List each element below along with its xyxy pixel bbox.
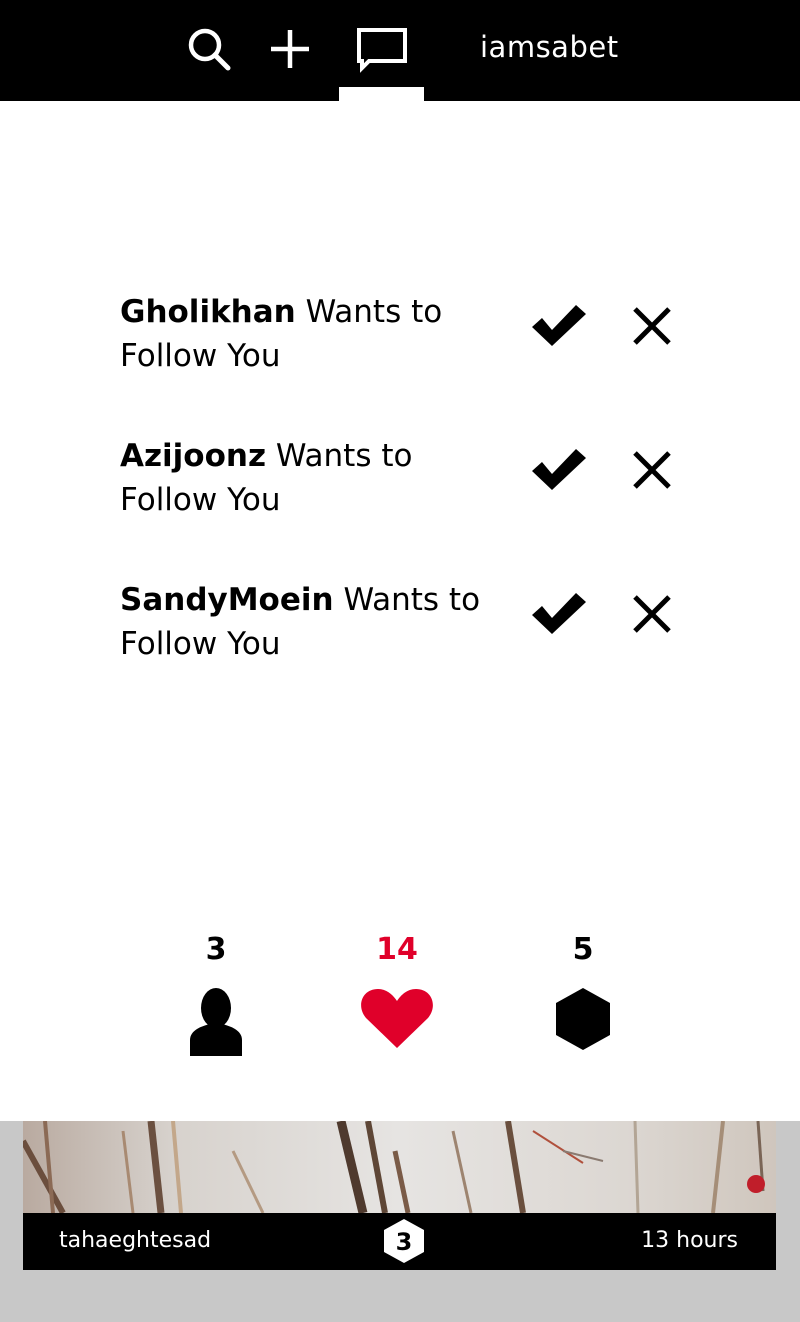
post-time: 13 hours: [641, 1228, 738, 1253]
requester-name[interactable]: Azijoonz: [120, 438, 266, 474]
followers-stat[interactable]: 3: [171, 930, 261, 1056]
user-icon: [190, 988, 242, 1056]
accept-check-icon[interactable]: [530, 446, 588, 492]
post-rank-badge: 3: [382, 1218, 426, 1264]
reject-close-icon[interactable]: [630, 448, 674, 492]
message-icon[interactable]: [356, 25, 408, 73]
top-navigation-bar: iamsabet: [0, 0, 800, 101]
active-tab-indicator: [339, 87, 424, 101]
hexagon-icon: [556, 988, 610, 1050]
follow-request-item: Gholikhan Wants to Follow You: [120, 290, 720, 390]
post-photo[interactable]: [23, 1121, 776, 1213]
reject-close-icon[interactable]: [630, 592, 674, 636]
plus-icon[interactable]: [266, 25, 314, 73]
posts-stat[interactable]: 5: [538, 930, 628, 1052]
follow-request-item: SandyMoein Wants to Follow You: [120, 578, 720, 678]
feed-post-card[interactable]: tahaeghtesad 3 13 hours: [23, 1121, 776, 1270]
post-author[interactable]: tahaeghtesad: [59, 1228, 211, 1253]
follow-request-text: SandyMoein Wants to Follow You: [120, 582, 481, 662]
likes-count: 14: [376, 932, 418, 967]
post-info-bar: tahaeghtesad 3 13 hours: [23, 1213, 776, 1270]
heart-icon: [361, 989, 433, 1048]
requester-name[interactable]: SandyMoein: [120, 582, 334, 618]
accept-check-icon[interactable]: [530, 590, 588, 636]
search-icon[interactable]: [185, 25, 233, 73]
follow-request-text: Azijoonz Wants to Follow You: [120, 438, 413, 518]
requester-name[interactable]: Gholikhan: [120, 294, 296, 330]
posts-count: 5: [572, 932, 594, 967]
followers-count: 3: [205, 932, 227, 967]
follow-request-item: Azijoonz Wants to Follow You: [120, 434, 720, 534]
likes-stat[interactable]: 14: [352, 930, 442, 1050]
follow-request-text: Gholikhan Wants to Follow You: [120, 294, 443, 374]
profile-username[interactable]: iamsabet: [480, 30, 619, 64]
reject-close-icon[interactable]: [630, 304, 674, 348]
feed-area: tahaeghtesad 3 13 hours: [0, 1121, 800, 1322]
accept-check-icon[interactable]: [530, 302, 588, 348]
post-rank-value: 3: [396, 1228, 413, 1256]
